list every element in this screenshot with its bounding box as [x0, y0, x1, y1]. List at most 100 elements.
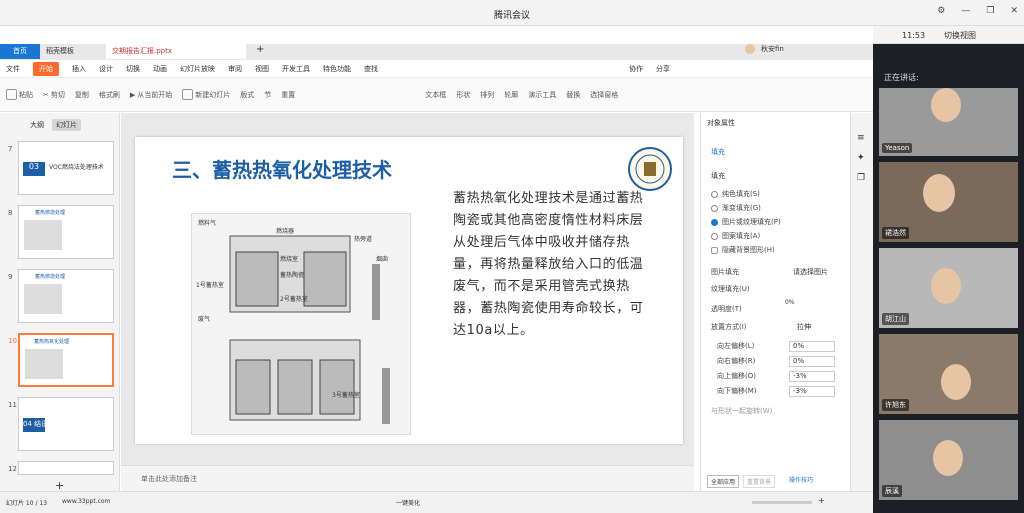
reset-button[interactable]: 重置: [281, 90, 295, 100]
slide-thumbnail[interactable]: 04 结语: [18, 397, 114, 451]
beautify-button[interactable]: 一键美化: [396, 498, 420, 507]
slide[interactable]: 三、蓄热热氧化处理技术 蓄热热氧化处理技术是通过蓄热陶瓷或其他高密度惰性材料床层…: [135, 137, 683, 444]
transparency-value[interactable]: 0%: [785, 299, 795, 306]
collab-button[interactable]: 协作: [629, 64, 643, 74]
switch-view-button[interactable]: 切换视图: [944, 30, 976, 41]
menu-file[interactable]: 文件: [6, 64, 20, 74]
slide-body-text[interactable]: 蓄热热氧化处理技术是通过蓄热陶瓷或其他高密度惰性材料床层从处理后气体中吸收并储存…: [453, 188, 653, 342]
participant-video[interactable]: 辰溪: [879, 420, 1018, 500]
play-from-current-button[interactable]: ▶ 从当前开始: [130, 90, 172, 100]
copy-button[interactable]: 复制: [75, 90, 89, 100]
present-tools-button[interactable]: 演示工具: [528, 90, 556, 100]
properties-icon[interactable]: ≡: [857, 133, 865, 143]
participant-video[interactable]: 胡江山: [879, 248, 1018, 328]
transparency-row: 透明度(T): [711, 305, 742, 313]
maximize-icon[interactable]: ❐: [986, 6, 994, 16]
thumb-label: 蓄热热氧化处理: [34, 339, 70, 345]
apply-all-button[interactable]: 全部应用: [707, 475, 740, 488]
menu-design[interactable]: 设计: [99, 64, 113, 74]
user-area: 秋安fin: [745, 44, 784, 54]
offset-up-input[interactable]: -3%: [789, 371, 835, 382]
offset-down-input[interactable]: -3%: [789, 386, 835, 397]
offset-up-row: 向上偏移(O): [717, 372, 756, 380]
radio-icon: [711, 204, 718, 212]
fill-option[interactable]: 纯色填充(S): [711, 189, 760, 199]
offset-down-row: 向下偏移(M): [717, 387, 757, 395]
menu-animation[interactable]: 动画: [153, 64, 167, 74]
replace-button[interactable]: 替换: [566, 90, 580, 100]
paste-icon: [6, 89, 17, 100]
menu-view[interactable]: 视图: [255, 64, 269, 74]
style-icon[interactable]: ✦: [857, 153, 865, 163]
shape-button[interactable]: 形状: [456, 90, 470, 100]
fill-option[interactable]: 图片或纹理填充(P): [711, 217, 781, 227]
notes-pane[interactable]: 单击此处添加备注: [121, 465, 694, 491]
menu-home[interactable]: 开始: [33, 61, 59, 76]
outline-button[interactable]: 轮廓: [504, 90, 518, 100]
participant-video[interactable]: 裙浩然: [879, 162, 1018, 242]
new-slide-icon: [182, 89, 194, 100]
menu-search[interactable]: 查找: [364, 64, 378, 74]
paste-button[interactable]: 粘贴: [6, 89, 33, 100]
offset-right-row: 向右偏移(R): [717, 357, 756, 365]
radio-icon: [711, 232, 718, 240]
rto-diagram-drawing: [229, 235, 390, 424]
tab-fill[interactable]: 填充: [711, 147, 725, 157]
thumb-label: 蓄热燃烧处理: [35, 210, 66, 216]
fill-section-title[interactable]: 填充: [711, 171, 725, 181]
participant-video[interactable]: Yeason: [879, 88, 1018, 156]
menu-transition[interactable]: 切换: [126, 64, 140, 74]
slide-thumbnail[interactable]: 蓄热燃烧处理: [18, 269, 114, 323]
avatar[interactable]: [745, 44, 755, 54]
section-button[interactable]: 节: [264, 90, 271, 100]
tab-file[interactable]: 交期报告汇报.pptx: [106, 44, 246, 59]
offset-right-input[interactable]: 0%: [789, 356, 835, 367]
tips-link[interactable]: 操作技巧: [789, 475, 813, 484]
fill-option[interactable]: 图案填充(A): [711, 231, 760, 241]
slide-thumbnail[interactable]: [18, 461, 114, 475]
slide-thumbnail-selected[interactable]: 蓄热热氧化处理: [18, 333, 114, 387]
tab-home[interactable]: 首页: [0, 44, 40, 59]
slide-title[interactable]: 三、蓄热热氧化处理技术: [172, 158, 432, 183]
menu-review[interactable]: 审阅: [228, 64, 242, 74]
menu-devtools[interactable]: 开发工具: [282, 64, 310, 74]
close-icon[interactable]: ✕: [1010, 6, 1018, 16]
texture-fill-row[interactable]: 纹理填充(U): [711, 284, 750, 294]
settings-icon[interactable]: ⚙: [937, 6, 945, 16]
menu-insert[interactable]: 插入: [72, 64, 86, 74]
reset-background-button[interactable]: 重置背景: [743, 475, 776, 488]
new-tab-icon[interactable]: +: [256, 44, 264, 55]
arrange-button[interactable]: 排列: [480, 90, 494, 100]
selection-pane-button[interactable]: 选择窗格: [590, 90, 618, 100]
new-slide-button[interactable]: 新建幻灯片: [182, 89, 230, 100]
format-painter-button[interactable]: 格式刷: [99, 90, 120, 100]
minimize-icon[interactable]: —: [961, 6, 970, 16]
textbox-button[interactable]: 文本框: [425, 90, 446, 100]
site-text: www.33ppt.com: [62, 498, 111, 505]
diagram-label: 3号蓄热室: [332, 392, 360, 399]
slide-thumbnail[interactable]: 03 VOC燃烧法处理技术: [18, 141, 114, 195]
hide-background-option[interactable]: 隐藏背景图形(H): [711, 245, 775, 255]
offset-left-input[interactable]: 0%: [789, 341, 835, 352]
layers-icon[interactable]: ❐: [857, 173, 865, 183]
image-fill-select[interactable]: 请选择图片: [793, 267, 828, 277]
menu-slideshow[interactable]: 幻灯片放映: [180, 64, 215, 74]
slide-thumbnail[interactable]: 蓄热燃烧处理: [18, 205, 114, 259]
tab-outline[interactable]: 大纲: [30, 120, 44, 130]
cut-button[interactable]: ✂ 剪切: [43, 90, 65, 100]
tab-slides[interactable]: 幻灯片: [52, 119, 81, 131]
zoom-slider[interactable]: [752, 501, 812, 504]
placement-row: 放置方式(I): [711, 323, 747, 331]
rto-diagram[interactable]: 燃料气 燃烧器 热旁道 烟囱 1号蓄热室 2号蓄热室 燃烧室 废气 蓄热陶瓷 3…: [191, 213, 411, 435]
rotate-with-shape-option[interactable]: 与形状一起旋转(W): [711, 406, 772, 416]
fill-option[interactable]: 渐变填充(G): [711, 203, 761, 213]
tab-template[interactable]: 稻壳模板: [42, 44, 104, 59]
placement-select[interactable]: 拉伸: [797, 322, 811, 332]
zoom-in-button[interactable]: +: [818, 496, 825, 505]
seal-icon: [635, 154, 665, 184]
layout-button[interactable]: 版式: [240, 90, 254, 100]
participant-video[interactable]: 许旭东: [879, 334, 1018, 414]
share-button[interactable]: 分享: [656, 64, 670, 74]
menu-features[interactable]: 特色功能: [323, 64, 351, 74]
user-name[interactable]: 秋安fin: [761, 44, 784, 54]
